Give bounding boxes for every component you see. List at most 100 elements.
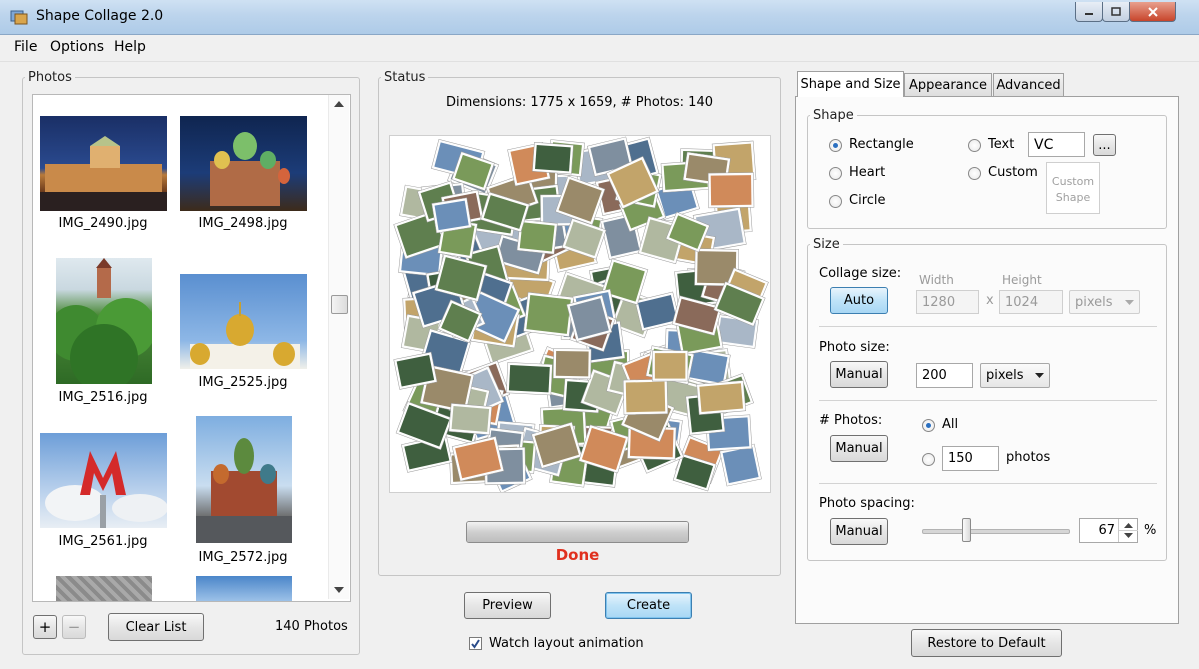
num-photos-all-radio[interactable]: [922, 419, 935, 432]
watch-animation-label: Watch layout animation: [489, 636, 644, 651]
menu-options[interactable]: Options: [50, 39, 104, 55]
custom-shape-line2: Shape: [1055, 191, 1091, 204]
maximize-button[interactable]: [1102, 2, 1130, 22]
photo-thumbnail[interactable]: [56, 258, 152, 384]
remove-photo-button[interactable]: −: [62, 615, 86, 639]
preview-button[interactable]: Preview: [464, 592, 551, 619]
photo-thumbnail[interactable]: [40, 116, 167, 211]
collage-units-select[interactable]: pixels: [1069, 290, 1140, 314]
shape-group-label: Shape: [813, 108, 854, 123]
num-photos-all-label: All: [942, 417, 959, 432]
menu-file[interactable]: File: [14, 39, 37, 55]
title-bar: [0, 0, 1199, 35]
photo-thumbnail[interactable]: [180, 274, 307, 369]
app-icon: [10, 8, 28, 26]
spacing-slider-track[interactable]: [922, 529, 1070, 534]
photo-size-input[interactable]: 200: [916, 363, 973, 388]
photo-thumbnail[interactable]: [180, 116, 307, 211]
collage-photo: [523, 291, 574, 337]
shape-heart-radio[interactable]: [829, 167, 842, 180]
photo-spacing-label: Photo spacing:: [819, 496, 915, 511]
collage-units-value: pixels: [1075, 294, 1113, 310]
menu-help[interactable]: Help: [114, 39, 146, 55]
spacing-slider-thumb[interactable]: [962, 518, 972, 542]
times-label: x: [986, 293, 994, 308]
collage-photo: [431, 197, 472, 234]
collage-photo: [707, 172, 755, 209]
clear-list-button[interactable]: Clear List: [108, 613, 204, 641]
custom-shape-line1: Custom: [1051, 175, 1095, 188]
photo-thumbnail[interactable]: [196, 416, 292, 543]
tab-shape-and-size[interactable]: Shape and Size: [797, 71, 904, 97]
minimize-icon: [1085, 12, 1093, 15]
size-group: Size: [807, 237, 1167, 561]
collage-photo: [506, 362, 553, 396]
spinner-arrows-icon[interactable]: [1119, 519, 1138, 542]
num-photos-input[interactable]: 150: [942, 446, 999, 471]
photo-list[interactable]: IMG_2490.jpg IMG_2498.jpg IMG_2516.jpg I…: [32, 94, 351, 602]
shape-rectangle-radio[interactable]: [829, 139, 842, 152]
num-photos-label: # Photos:: [819, 413, 883, 428]
photo-thumbnail[interactable]: [40, 433, 167, 528]
done-text: Done: [555, 546, 600, 564]
thumbnail-image: [56, 258, 152, 384]
chevron-down-icon: [1125, 299, 1134, 305]
shape-circle-label: Circle: [849, 193, 886, 208]
thumbnail-image: [210, 132, 290, 206]
photo-size-units-value: pixels: [986, 368, 1024, 383]
checkmark-icon: [471, 639, 480, 649]
photo-list-scrollbar[interactable]: [328, 95, 349, 599]
photo-filename: IMG_2572.jpg: [198, 550, 288, 565]
photo-size-manual-button[interactable]: Manual: [830, 361, 888, 388]
collage-photo: [696, 380, 747, 415]
add-photo-button[interactable]: +: [33, 615, 57, 639]
collage-image: [393, 136, 769, 492]
width-input[interactable]: 1280: [916, 290, 979, 314]
spacing-spinner[interactable]: [1118, 519, 1138, 542]
shape-custom-label: Custom: [988, 165, 1038, 180]
collage-size-auto-button[interactable]: Auto: [830, 287, 888, 314]
shape-heart-label: Heart: [849, 165, 886, 180]
size-group-label: Size: [813, 237, 840, 252]
thumbnail-image: [196, 438, 292, 543]
collage-photo: [622, 378, 669, 416]
tab-advanced[interactable]: Advanced: [993, 73, 1064, 96]
divider: [819, 400, 1157, 401]
height-input[interactable]: 1024: [999, 290, 1063, 314]
watch-animation-checkbox[interactable]: [469, 637, 482, 650]
chevron-down-icon: [1035, 373, 1044, 378]
font-browse-button[interactable]: ...: [1093, 134, 1116, 156]
collage-photo: [448, 403, 493, 436]
height-label: Height: [1002, 273, 1042, 287]
shape-circle-radio[interactable]: [829, 195, 842, 208]
photo-spacing-manual-button[interactable]: Manual: [830, 518, 888, 545]
progress-bar: [466, 521, 689, 543]
shape-text-input[interactable]: VC: [1028, 132, 1085, 157]
collage-preview: [389, 135, 771, 493]
photo-filename: IMG_2516.jpg: [58, 390, 148, 405]
scroll-down-icon[interactable]: [334, 587, 344, 593]
photo-thumbnail[interactable]: [56, 576, 152, 601]
shape-text-radio[interactable]: [968, 139, 981, 152]
collage-photo: [532, 142, 574, 175]
restore-defaults-button[interactable]: Restore to Default: [911, 629, 1062, 657]
create-button[interactable]: Create: [605, 592, 692, 619]
scroll-thumb[interactable]: [331, 295, 348, 314]
tab-appearance[interactable]: Appearance: [904, 73, 992, 96]
custom-shape-button[interactable]: Custom Shape: [1046, 162, 1100, 214]
width-label: Width: [919, 273, 954, 287]
num-photos-manual-button[interactable]: Manual: [830, 435, 888, 462]
window-title: Shape Collage 2.0: [36, 8, 164, 24]
num-photos-count-radio[interactable]: [922, 453, 935, 466]
status-group-label: Status: [384, 70, 426, 85]
minimize-button[interactable]: [1075, 2, 1103, 22]
percent-label: %: [1144, 523, 1157, 538]
shape-custom-radio[interactable]: [968, 167, 981, 180]
divider: [819, 483, 1157, 484]
close-button[interactable]: [1129, 2, 1176, 22]
photo-count: 140 Photos: [275, 619, 348, 634]
photo-thumbnail[interactable]: [196, 576, 292, 601]
photo-size-units-select[interactable]: pixels: [980, 363, 1050, 388]
scroll-up-icon[interactable]: [334, 101, 344, 107]
photo-filename: IMG_2490.jpg: [58, 216, 148, 231]
